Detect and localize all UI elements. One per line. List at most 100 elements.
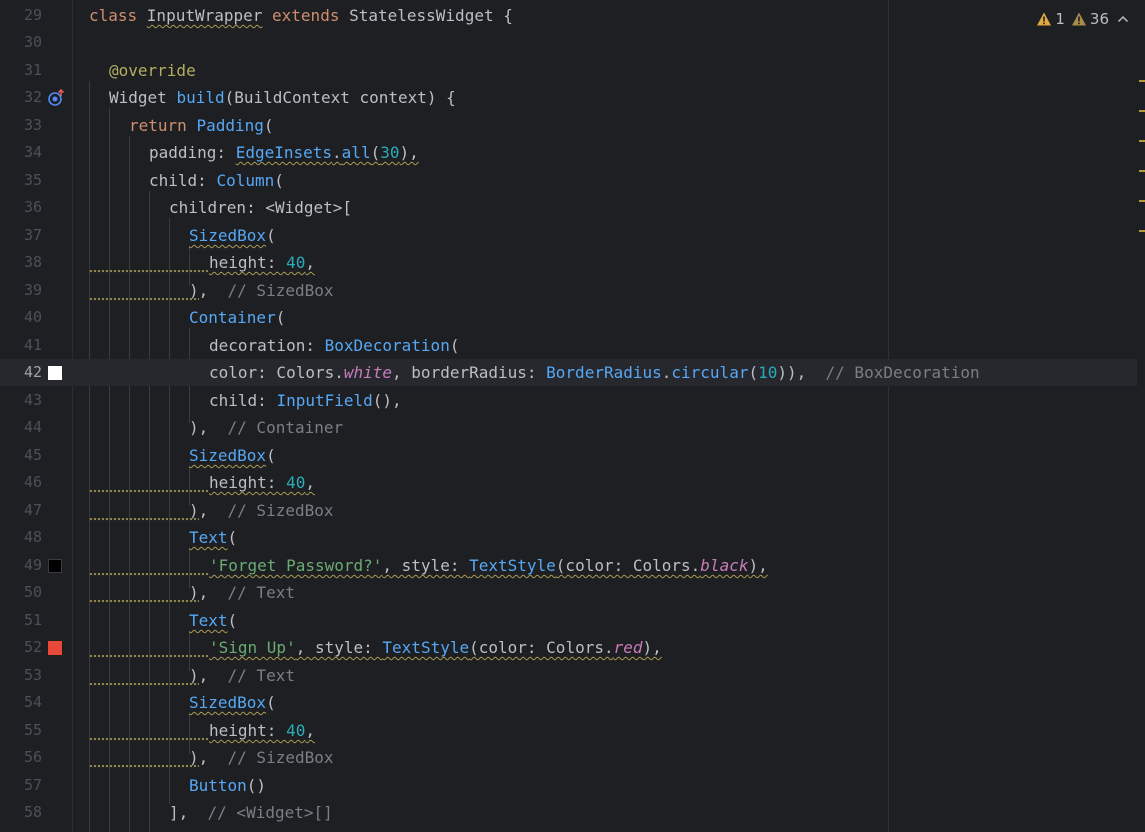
overrides-method-icon[interactable]	[46, 88, 66, 108]
code-line[interactable]: 55 height: 40,	[0, 717, 1145, 744]
code-line-current[interactable]: 42 color: Colors.white, borderRadius: Bo…	[0, 359, 1145, 386]
code-text[interactable]: ), // SizedBox	[189, 277, 334, 304]
code-line[interactable]: 50 ), // Text	[0, 579, 1145, 606]
code-line[interactable]: 39 ), // SizedBox	[0, 277, 1145, 304]
code-line[interactable]: 47 ), // SizedBox	[0, 497, 1145, 524]
code-text[interactable]: ), // Container	[189, 414, 343, 441]
code-line[interactable]: 53 ), // Text	[0, 662, 1145, 689]
code-line[interactable]: 49 'Forget Password?', style: TextStyle(…	[0, 552, 1145, 579]
scrollbar-warning-mark[interactable]	[1139, 230, 1145, 232]
code-line[interactable]: 31 @override	[0, 57, 1145, 84]
code-text[interactable]: ), // Text	[189, 579, 295, 606]
code-line[interactable]: 48 Text(	[0, 524, 1145, 551]
scrollbar-warning-mark[interactable]	[1139, 200, 1145, 202]
code-text[interactable]: 'Sign Up', style: TextStyle(color: Color…	[209, 634, 662, 661]
code-text[interactable]: Widget build(BuildContext context) {	[109, 84, 456, 111]
code-text[interactable]: decoration: BoxDecoration(	[209, 332, 459, 359]
code-line[interactable]: 43 child: InputField(),	[0, 387, 1145, 414]
line-number[interactable]: 30	[0, 29, 42, 56]
code-text[interactable]: ], // <Widget>[]	[169, 799, 333, 826]
code-text[interactable]: SizedBox(	[189, 222, 276, 249]
code-line[interactable]: 34 padding: EdgeInsets.all(30),	[0, 139, 1145, 166]
scrollbar-warning-mark[interactable]	[1139, 140, 1145, 142]
code-line[interactable]: 36 children: <Widget>[	[0, 194, 1145, 221]
code-editor[interactable]: 1 36 29 class InputWrapper extends State…	[0, 0, 1145, 832]
code-line[interactable]: 45 SizedBox(	[0, 442, 1145, 469]
line-number[interactable]: 32	[0, 84, 42, 111]
line-number[interactable]: 44	[0, 414, 42, 441]
code-text[interactable]: ), // SizedBox	[189, 497, 334, 524]
code-line[interactable]: 56 ), // SizedBox	[0, 744, 1145, 771]
line-number[interactable]: 36	[0, 194, 42, 221]
line-number[interactable]: 57	[0, 772, 42, 799]
code-text[interactable]: SizedBox(	[189, 442, 276, 469]
line-number[interactable]: 55	[0, 717, 42, 744]
code-text[interactable]: height: 40,	[209, 717, 315, 744]
code-line[interactable]: 29 class InputWrapper extends StatelessW…	[0, 2, 1145, 29]
code-line[interactable]: 58 ], // <Widget>[]	[0, 799, 1145, 826]
code-text[interactable]: children: <Widget>[	[169, 194, 352, 221]
code-line[interactable]: 52 'Sign Up', style: TextStyle(color: Co…	[0, 634, 1145, 661]
code-line[interactable]: 37 SizedBox(	[0, 222, 1145, 249]
scrollbar-warning-mark[interactable]	[1139, 110, 1145, 112]
line-number[interactable]: 49	[0, 552, 42, 579]
code-text[interactable]: child: Column(	[149, 167, 284, 194]
line-number[interactable]: 40	[0, 304, 42, 331]
line-number[interactable]: 56	[0, 744, 42, 771]
code-line[interactable]: 32 Widget build(BuildContext context) {	[0, 84, 1145, 111]
line-number[interactable]: 29	[0, 2, 42, 29]
line-number[interactable]: 41	[0, 332, 42, 359]
line-number[interactable]: 51	[0, 607, 42, 634]
line-number[interactable]: 52	[0, 634, 42, 661]
code-line[interactable]: 46 height: 40,	[0, 469, 1145, 496]
code-text[interactable]: SizedBox(	[189, 689, 276, 716]
line-number[interactable]: 42	[0, 359, 42, 386]
line-number[interactable]: 54	[0, 689, 42, 716]
code-text[interactable]: return Padding(	[129, 112, 274, 139]
editor-scrollbar[interactable]	[1137, 0, 1145, 832]
code-line[interactable]: 44 ), // Container	[0, 414, 1145, 441]
line-number[interactable]: 35	[0, 167, 42, 194]
code-text[interactable]: class InputWrapper extends StatelessWidg…	[89, 2, 513, 29]
line-number[interactable]: 34	[0, 139, 42, 166]
code-line[interactable]: 54 SizedBox(	[0, 689, 1145, 716]
line-number[interactable]: 48	[0, 524, 42, 551]
code-text[interactable]: Container(	[189, 304, 285, 331]
line-number[interactable]: 53	[0, 662, 42, 689]
code-text[interactable]: padding: EdgeInsets.all(30),	[149, 139, 419, 166]
code-text[interactable]: color: Colors.white, borderRadius: Borde…	[209, 359, 980, 386]
line-number[interactable]: 58	[0, 799, 42, 826]
color-preview-black[interactable]	[48, 559, 62, 573]
code-line[interactable]: 38 height: 40,	[0, 249, 1145, 276]
line-number[interactable]: 43	[0, 387, 42, 414]
code-line[interactable]: 30	[0, 29, 1145, 56]
code-text[interactable]: Text(	[189, 607, 237, 634]
line-number[interactable]: 37	[0, 222, 42, 249]
code-area[interactable]: 29 class InputWrapper extends StatelessW…	[0, 0, 1145, 832]
code-line[interactable]: 41 decoration: BoxDecoration(	[0, 332, 1145, 359]
code-line[interactable]: 51 Text(	[0, 607, 1145, 634]
code-line[interactable]: 33 return Padding(	[0, 112, 1145, 139]
scrollbar-warning-mark[interactable]	[1139, 80, 1145, 82]
line-number[interactable]: 46	[0, 469, 42, 496]
code-text[interactable]: 'Forget Password?', style: TextStyle(col…	[209, 552, 768, 579]
code-text[interactable]: Button()	[189, 772, 266, 799]
color-preview-white[interactable]	[48, 366, 62, 380]
code-text[interactable]: child: InputField(),	[209, 387, 402, 414]
line-number[interactable]: 38	[0, 249, 42, 276]
color-preview-red[interactable]	[48, 641, 62, 655]
code-text[interactable]: ), // Text	[189, 662, 295, 689]
code-text[interactable]: height: 40,	[209, 249, 315, 276]
code-text[interactable]: @override	[109, 57, 196, 84]
code-text[interactable]: height: 40,	[209, 469, 315, 496]
line-number[interactable]: 50	[0, 579, 42, 606]
line-number[interactable]: 33	[0, 112, 42, 139]
code-line[interactable]: 57 Button()	[0, 772, 1145, 799]
line-number[interactable]: 39	[0, 277, 42, 304]
code-line[interactable]: 35 child: Column(	[0, 167, 1145, 194]
code-line[interactable]: 40 Container(	[0, 304, 1145, 331]
line-number[interactable]: 31	[0, 57, 42, 84]
line-number[interactable]: 47	[0, 497, 42, 524]
scrollbar-warning-mark[interactable]	[1139, 170, 1145, 172]
line-number[interactable]: 45	[0, 442, 42, 469]
